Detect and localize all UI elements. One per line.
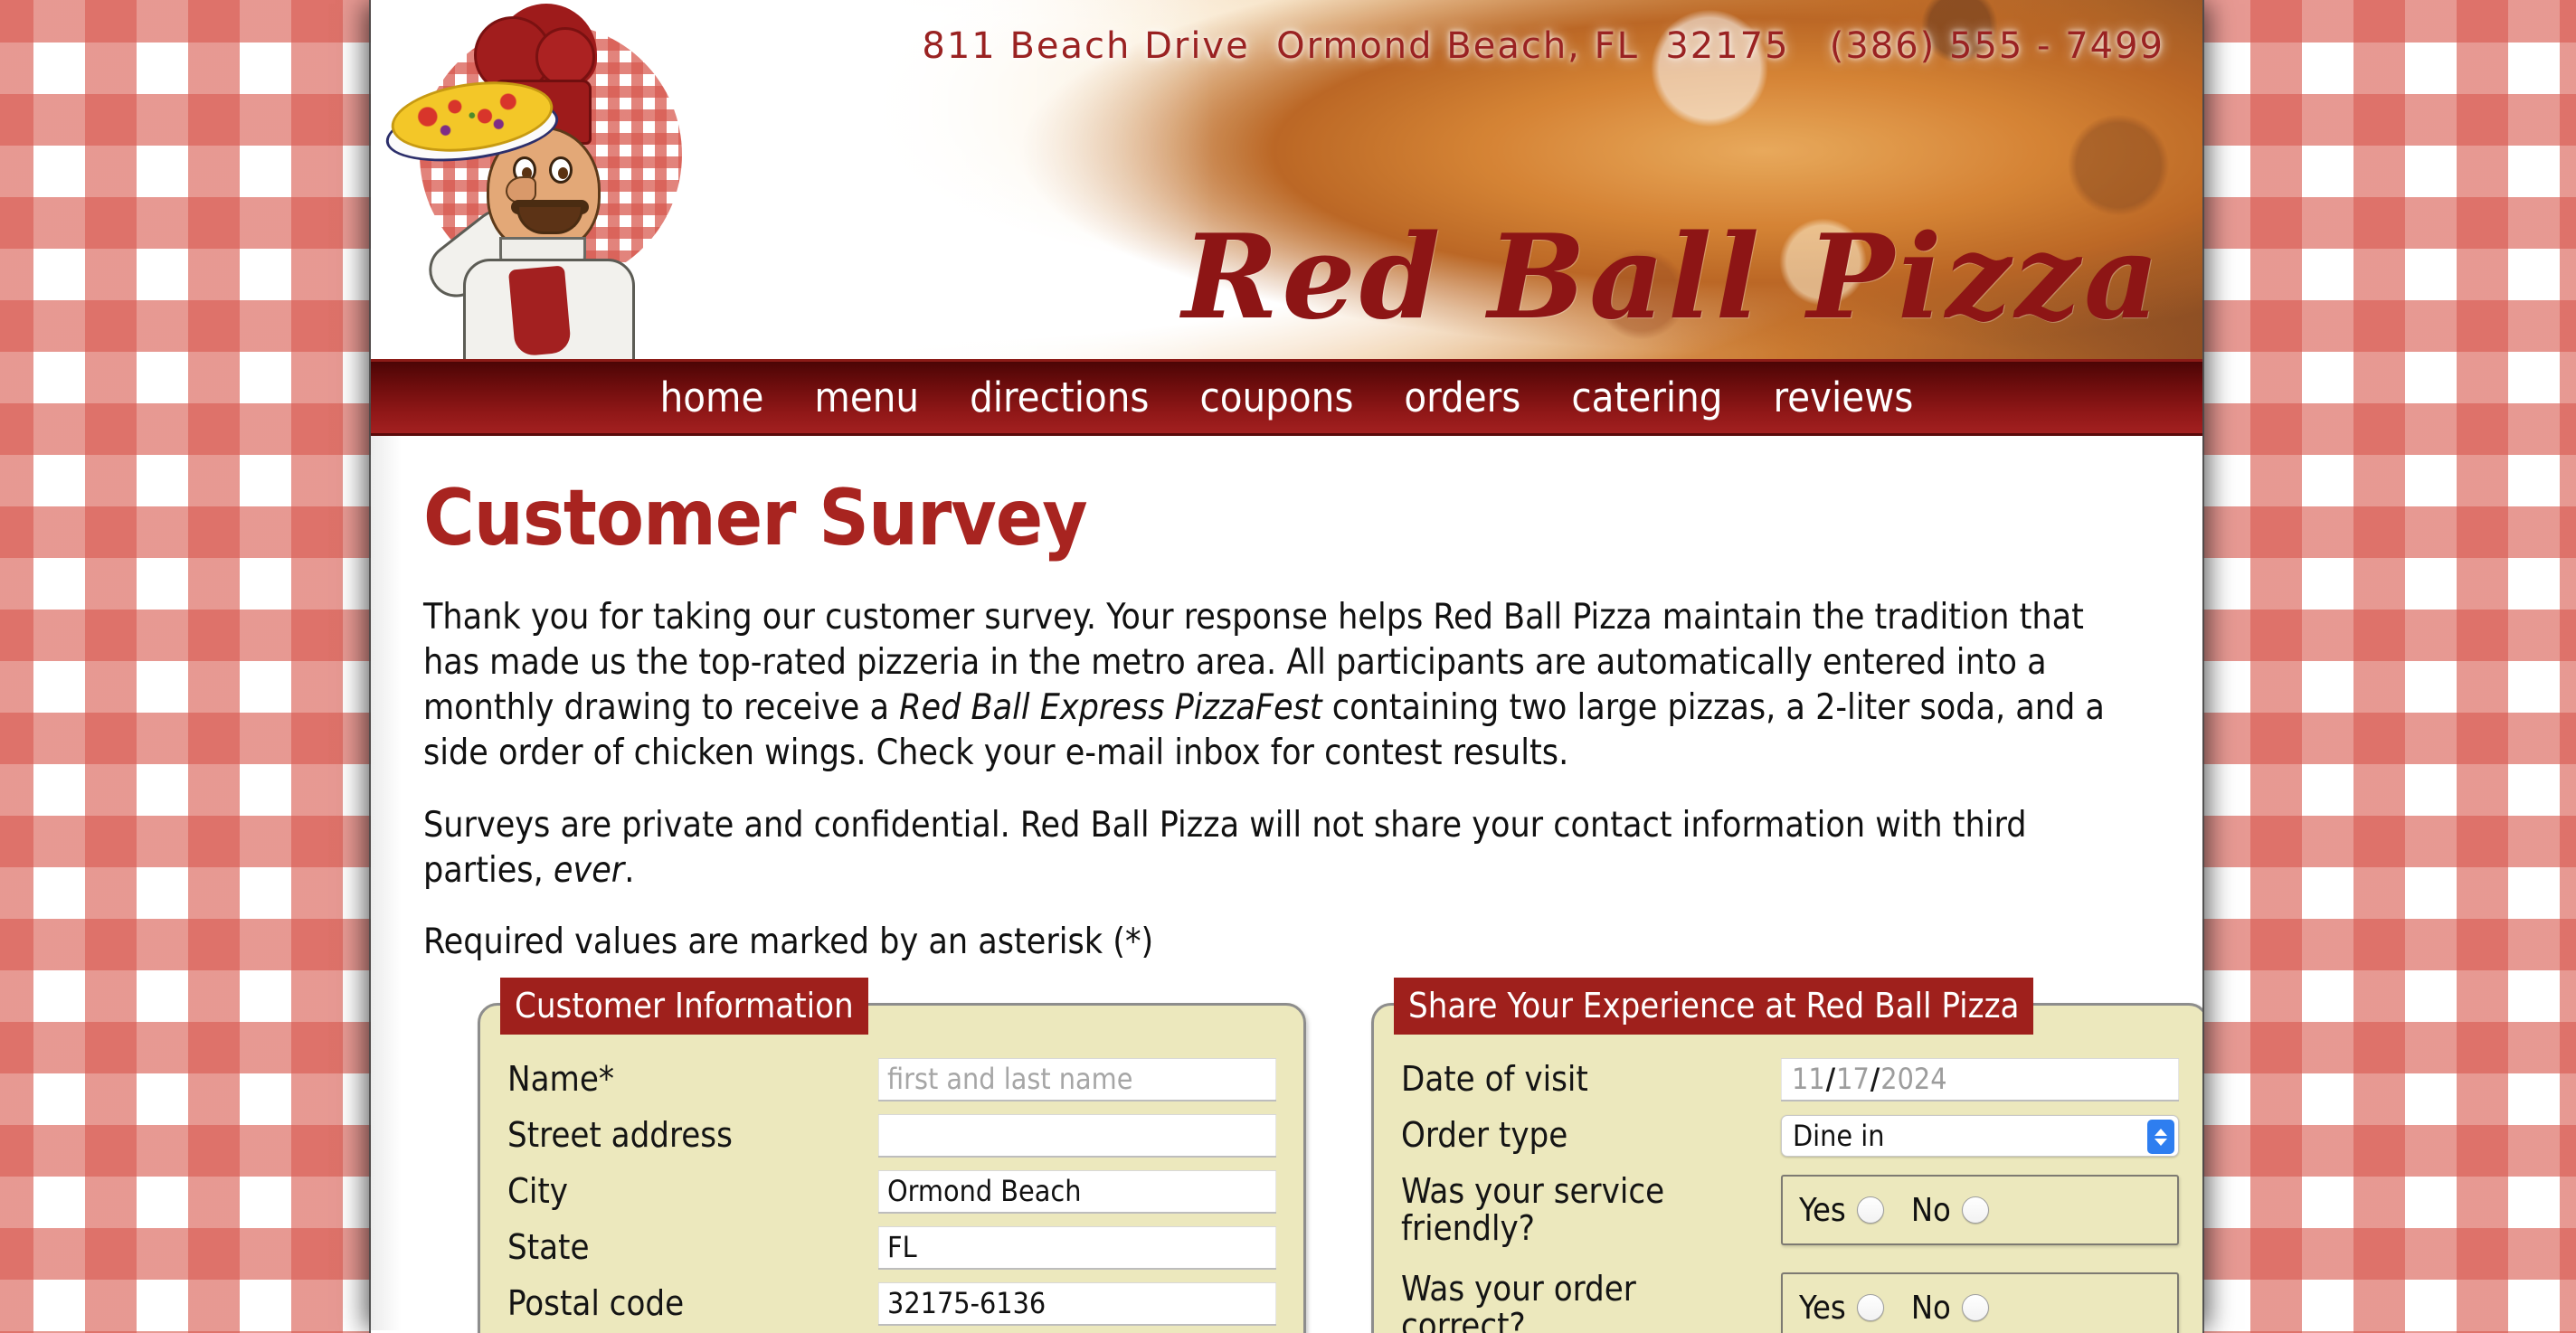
main-navigation: home menu directions coupons orders cate… <box>371 362 2202 436</box>
service-friendly-yes-radio[interactable] <box>1856 1196 1884 1224</box>
order-type-selected-value: Dine in <box>1793 1119 1885 1154</box>
name-label: Name* <box>507 1059 614 1100</box>
state-label: State <box>507 1227 590 1268</box>
nav-item-coupons[interactable]: coupons <box>1195 373 1359 421</box>
order-correct-no-label: No <box>1910 1289 1951 1327</box>
prize-name-emphasis: Red Ball Express PizzaFest <box>899 686 1322 728</box>
field-row-street-address: Street address <box>507 1112 1276 1159</box>
order-correct-label: Was your order correct? <box>1401 1268 1636 1333</box>
postal-code-label: Postal code <box>507 1283 685 1324</box>
intro-paragraph-1: Thank you for taking our customer survey… <box>423 595 2115 776</box>
pizza-chef-mascot-logo <box>376 0 756 359</box>
page-content: Customer Survey Thank you for taking our… <box>371 436 2202 1333</box>
service-friendly-no-label: No <box>1910 1191 1951 1229</box>
field-row-order-correct: Was your order correct? Yes No <box>1401 1266 2179 1333</box>
chevron-up-down-icon[interactable] <box>2147 1120 2174 1155</box>
field-row-order-type: Order type Dine in <box>1401 1112 2179 1159</box>
survey-form: Customer Information Name* Street addres… <box>423 978 2202 1333</box>
date-year[interactable]: 2024 <box>1880 1062 1946 1096</box>
nav-item-orders[interactable]: orders <box>1398 373 1526 421</box>
field-row-postal-code: Postal code <box>507 1281 1276 1328</box>
site-banner: 811 Beach Drive Ormond Beach, FL 32175 (… <box>371 0 2202 362</box>
privacy-paragraph-part-b: . <box>624 849 635 891</box>
share-experience-legend: Share Your Experience at Red Ball Pizza <box>1394 978 2034 1035</box>
order-correct-no-radio[interactable] <box>1961 1294 1989 1322</box>
privacy-paragraph-part-a: Surveys are private and confidential. Re… <box>423 804 2027 891</box>
state-input[interactable] <box>878 1226 1276 1271</box>
share-experience-fieldset: Share Your Experience at Red Ball Pizza … <box>1371 978 2202 1333</box>
date-of-visit-input[interactable]: 11 / 17 / 2024 <box>1781 1058 2179 1102</box>
nav-item-menu[interactable]: menu <box>809 373 924 421</box>
field-row-city: City <box>507 1168 1276 1215</box>
order-correct-radio-group: Yes No <box>1781 1272 2179 1333</box>
privacy-paragraph: Surveys are private and confidential. Re… <box>423 803 2115 893</box>
customer-information-legend: Customer Information <box>500 978 868 1035</box>
date-of-visit-label: Date of visit <box>1401 1059 1588 1100</box>
field-row-name: Name* <box>507 1056 1276 1103</box>
ever-emphasis: ever <box>553 849 625 891</box>
city-input[interactable] <box>878 1170 1276 1215</box>
service-friendly-no-radio[interactable] <box>1961 1196 1989 1224</box>
nav-item-home[interactable]: home <box>655 373 770 421</box>
restaurant-name-wordmark: Red Ball Pizza <box>1182 210 2163 345</box>
banner-address-and-phone: 811 Beach Drive Ormond Beach, FL 32175 (… <box>922 25 2164 67</box>
service-friendly-label: Was your service friendly? <box>1401 1170 1665 1249</box>
date-day[interactable]: 17 <box>1836 1062 1870 1096</box>
street-address-label: Street address <box>507 1115 733 1156</box>
name-input[interactable] <box>878 1058 1276 1102</box>
date-separator-2: / <box>1870 1062 1880 1097</box>
page-title: Customer Survey <box>423 473 1088 563</box>
site-page: 811 Beach Drive Ormond Beach, FL 32175 (… <box>371 0 2202 1333</box>
service-friendly-radio-group: Yes No <box>1781 1175 2179 1246</box>
field-row-service-friendly: Was your service friendly? Yes No <box>1401 1168 2179 1252</box>
date-separator-1: / <box>1825 1062 1836 1097</box>
order-correct-yes-radio[interactable] <box>1856 1294 1884 1322</box>
service-friendly-yes-label: Yes <box>1799 1191 1846 1229</box>
order-type-select[interactable]: Dine in <box>1781 1115 2179 1158</box>
customer-information-fieldset: Customer Information Name* Street addres… <box>478 978 1306 1333</box>
nav-item-catering[interactable]: catering <box>1566 373 1728 421</box>
city-label: City <box>507 1171 569 1212</box>
field-row-state: State <box>507 1224 1276 1272</box>
date-month[interactable]: 11 <box>1792 1062 1825 1096</box>
order-correct-yes-label: Yes <box>1799 1289 1846 1327</box>
street-address-input[interactable] <box>878 1114 1276 1158</box>
required-fields-note: Required values are marked by an asteris… <box>423 922 1154 963</box>
nav-item-reviews[interactable]: reviews <box>1768 373 1919 421</box>
field-row-date-of-visit: Date of visit 11 / 17 / 2024 <box>1401 1056 2179 1103</box>
postal-code-input[interactable] <box>878 1282 1276 1327</box>
order-type-label: Order type <box>1401 1115 1568 1156</box>
nav-item-directions[interactable]: directions <box>964 373 1154 421</box>
